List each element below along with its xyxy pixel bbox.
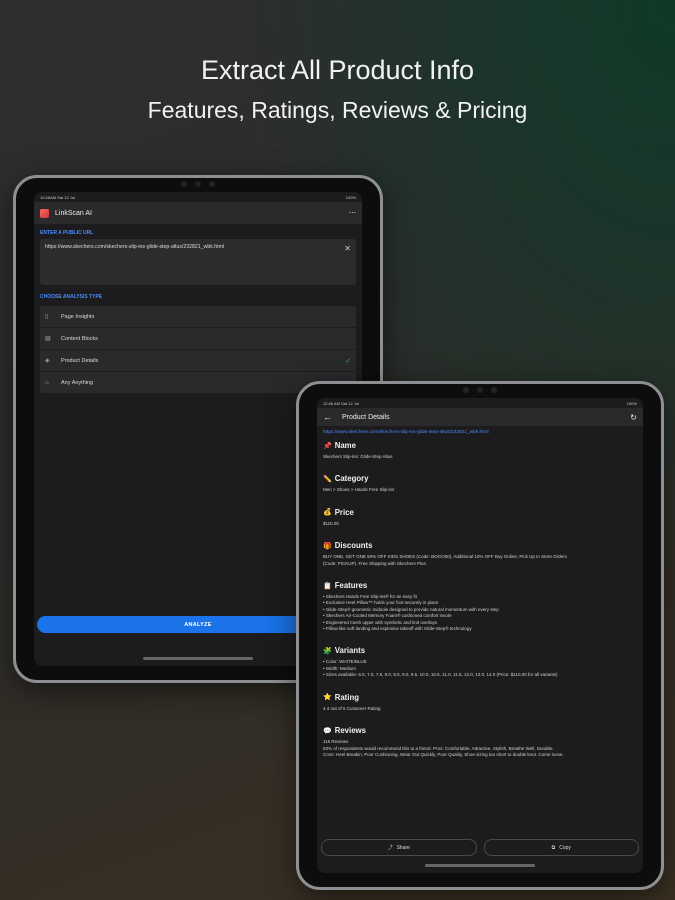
app-bar: ← Product Details ↻ <box>317 408 643 426</box>
status-time: 10:46AM Sat 12 Jul <box>40 194 75 200</box>
share-button[interactable]: ⤴ Share <box>321 839 477 856</box>
clipboard-icon: 📋 <box>323 582 332 590</box>
section-name: 📌 Name Skechers Slip-ins: Glide-Step Altu… <box>317 437 643 460</box>
status-bar: 10:46AM Sat 12 Jul 100% <box>34 192 362 202</box>
section-text: BUY ONE, GET ONE 50% OFF KIDS SHOES (Cod… <box>323 554 637 567</box>
money-bag-icon: 💰 <box>323 509 332 517</box>
status-time: 12:46 AM Sat 12 Jul <box>323 400 359 406</box>
option-label: Product Details <box>61 357 99 364</box>
clear-icon[interactable]: ✕ <box>344 244 351 253</box>
pencil-icon: ✏️ <box>323 475 332 483</box>
option-product-details[interactable]: ◈ Product Details ✓ <box>40 350 356 372</box>
section-price: 💰 Price $110.00 <box>317 494 643 527</box>
analysis-options: ▯ Page Insights ▤ Content Blocks ◈ Produ… <box>40 306 356 393</box>
share-icon: ⤴ <box>387 845 393 851</box>
option-label: Page Insights <box>61 313 95 320</box>
section-features: 📋 Features • Skechers Hands Free Slip-ins… <box>317 567 643 632</box>
section-text: 115 Reviews 83% of respondents would rec… <box>323 739 637 758</box>
status-battery: 100% <box>626 400 637 406</box>
blocks-icon: ▤ <box>45 336 51 342</box>
share-label: Share <box>396 844 410 851</box>
page-icon: ▯ <box>45 314 49 320</box>
camera-dots <box>463 387 497 393</box>
copy-label: Copy <box>559 844 571 851</box>
copy-button[interactable]: ⧉ Copy <box>483 839 639 856</box>
url-section-label: ENTER A PUBLIC URL <box>40 230 94 236</box>
app-bar: LinkScan AI ⋯ <box>34 202 362 224</box>
section-rating: ⭐ Rating 4.4 out of 5 Customer Rating <box>317 679 643 712</box>
gift-icon: 🎁 <box>323 542 332 550</box>
product-details-screen: 12:46 AM Sat 12 Jul 100% ← Product Detai… <box>317 398 643 873</box>
back-arrow-icon[interactable]: ← <box>323 412 332 422</box>
home-indicator <box>425 864 535 867</box>
review-line: Cons: Heel Breakin, Poor Cushioning, Wea… <box>323 751 564 757</box>
section-heading: Rating <box>334 692 359 702</box>
analysis-section-label: CHOOSE ANALYSIS TYPE <box>40 294 103 300</box>
hero-subtitle: Features, Ratings, Reviews & Pricing <box>147 97 528 123</box>
pin-icon: 📌 <box>323 442 332 450</box>
check-icon: ✓ <box>345 357 351 365</box>
status-bar: 12:46 AM Sat 12 Jul 100% <box>317 398 643 408</box>
section-heading: Variants <box>334 646 366 656</box>
more-icon[interactable]: ⋯ <box>349 209 356 217</box>
section-variants: 🧩 Variants • Color: WHITE/BLUE • Width: M… <box>317 632 643 678</box>
hero-title: Extract All Product Info <box>200 55 475 85</box>
section-reviews: 💬 Reviews 115 Reviews 83% of respondents … <box>317 712 643 758</box>
action-bar: ⤴ Share ⧉ Copy <box>321 839 639 856</box>
section-text: • Skechers Hands Free Slip-ins® for an e… <box>323 594 637 632</box>
option-label: Content Blocks <box>61 335 98 342</box>
section-discounts: 🎁 Discounts BUY ONE, GET ONE 50% OFF KIDS… <box>317 527 643 567</box>
bag-icon: ◈ <box>45 358 50 364</box>
section-heading: Reviews <box>334 726 366 736</box>
url-value: https://www.skechers.com/skechers-slip-i… <box>45 244 225 250</box>
speech-bubble-icon: 💬 <box>323 727 332 735</box>
tablet-product-details: 12:46 AM Sat 12 Jul 100% ← Product Detai… <box>296 381 664 890</box>
section-heading: Price <box>334 507 354 517</box>
home-icon: ⌂ <box>45 379 49 386</box>
puzzle-icon: 🧩 <box>323 647 332 655</box>
option-page-insights[interactable]: ▯ Page Insights <box>40 306 356 328</box>
url-input[interactable]: https://www.skechers.com/skechers-slip-i… <box>40 239 356 285</box>
copy-icon: ⧉ <box>551 844 556 851</box>
section-heading: Category <box>334 474 369 484</box>
app-logo-icon <box>40 208 49 218</box>
section-category: ✏️ Category Men > Shoes > Hands Free Slip… <box>317 460 643 493</box>
home-indicator <box>143 657 253 660</box>
section-text: • Color: WHITE/BLUE • Width: Medium • Si… <box>323 659 637 678</box>
product-link[interactable]: https://www.skechers.com/skechers-slip-i… <box>317 426 643 437</box>
status-battery: 100% <box>345 194 356 200</box>
option-label: Any Anything <box>61 379 94 386</box>
star-icon: ⭐ <box>323 694 332 702</box>
section-heading: Name <box>334 441 356 450</box>
option-content-blocks[interactable]: ▤ Content Blocks <box>40 328 356 350</box>
section-heading: Discounts <box>334 541 373 551</box>
app-title: LinkScan AI <box>55 209 92 217</box>
section-heading: Features <box>334 581 368 591</box>
page-title: Product Details <box>342 413 390 421</box>
camera-dots <box>181 181 215 187</box>
refresh-icon[interactable]: ↻ <box>630 413 637 422</box>
